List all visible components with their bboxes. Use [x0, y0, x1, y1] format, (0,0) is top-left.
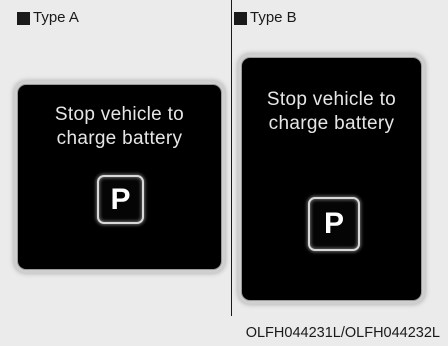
type-b-heading: Type B	[234, 9, 297, 26]
type-b-label: Type B	[250, 9, 297, 26]
type-a-heading: Type A	[17, 9, 79, 26]
type-b-message-line1: Stop vehicle to	[266, 89, 397, 110]
type-b-message-line2: charge battery	[268, 113, 395, 134]
column-divider	[231, 0, 232, 316]
figure-code: OLFH044231L/OLFH044232L	[245, 325, 440, 341]
type-a-message: Stop vehicle to charge battery	[18, 103, 221, 151]
type-a-display: Stop vehicle to charge battery P	[18, 85, 221, 269]
type-a-message-line2: charge battery	[56, 128, 183, 149]
manual-figure: Type A Type B Stop vehicle to charge bat…	[0, 0, 448, 346]
type-a-label: Type A	[33, 9, 79, 26]
park-gear-icon: P	[97, 175, 144, 224]
type-a-message-line1: Stop vehicle to	[54, 104, 185, 125]
park-gear-icon: P	[308, 197, 360, 251]
square-bullet-icon	[234, 11, 247, 25]
type-b-display: Stop vehicle to charge battery P	[242, 58, 421, 300]
square-bullet-icon	[17, 11, 30, 25]
type-b-message: Stop vehicle to charge battery	[242, 88, 421, 136]
